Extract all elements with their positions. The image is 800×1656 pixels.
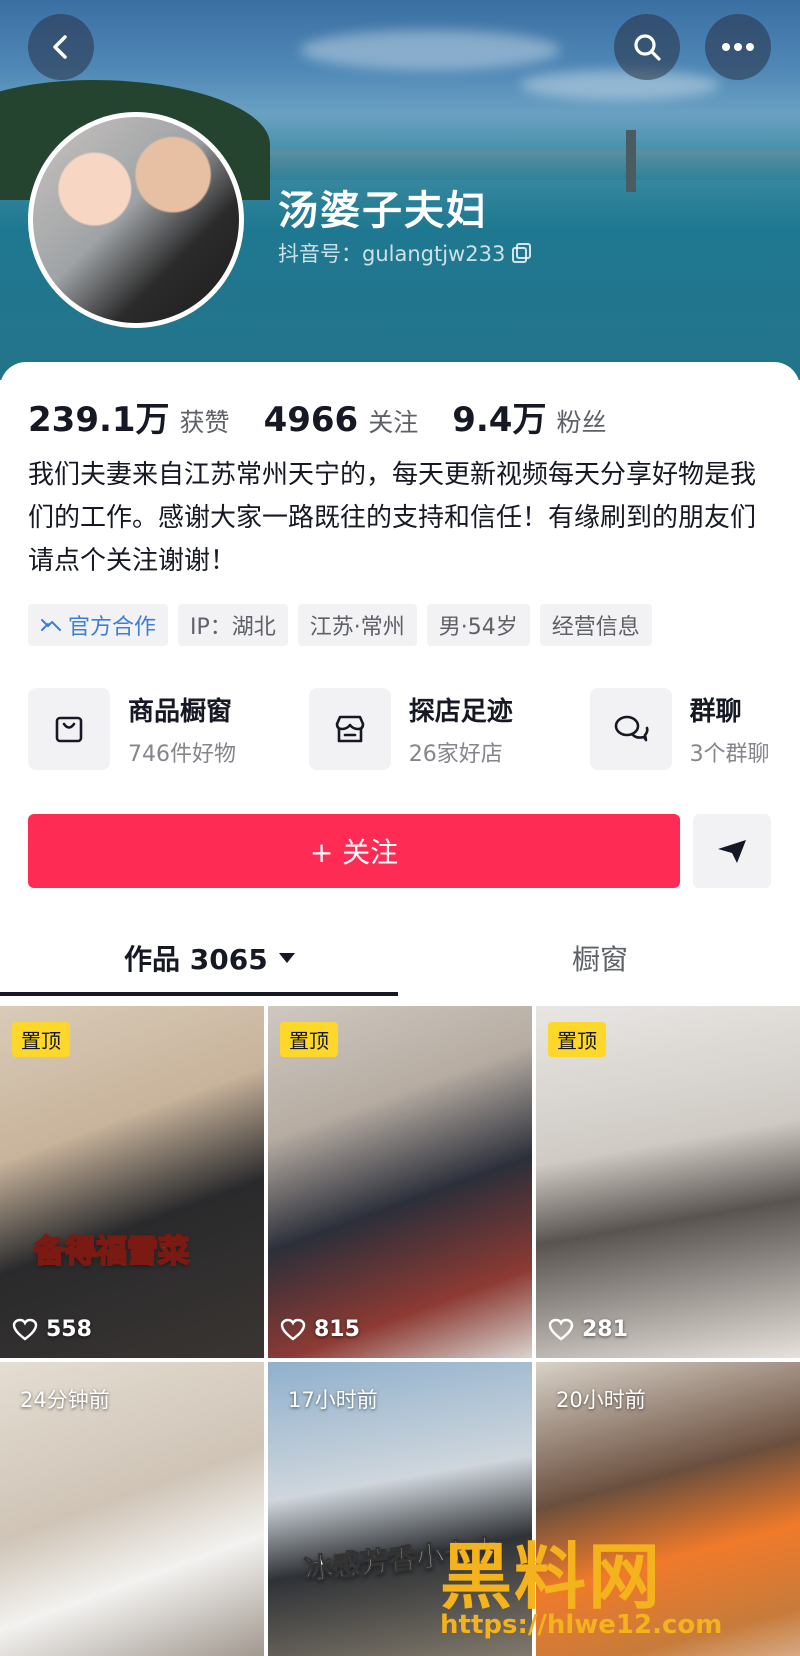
tab-works[interactable]: 作品 3065 — [124, 918, 296, 998]
more-button[interactable] — [705, 14, 771, 80]
like-count-value: 558 — [46, 1317, 92, 1342]
tab-window-label: 橱窗 — [572, 943, 629, 976]
likes-label: 获赞 — [179, 408, 230, 437]
tab-works-label: 作品 3065 — [124, 943, 268, 976]
entry-title: 群聊 — [689, 696, 742, 727]
profile-bio: 我们夫妻来自江苏常州天宁的，每天更新视频每天分享好物是我们的工作。感谢大家一路既… — [28, 460, 757, 576]
following-label: 关注 — [368, 408, 419, 437]
watermark: 黑料网 https://hlwe12.com — [440, 1518, 780, 1656]
caret-down-icon — [278, 953, 295, 963]
followers-count[interactable]: 9.4万 — [452, 392, 546, 441]
tag-gender-age: 男·54岁 — [426, 604, 530, 646]
watermark-logo: 黑料网 — [440, 1535, 663, 1619]
store-icon — [308, 688, 391, 770]
post-time: 17小时前 — [288, 1388, 378, 1412]
heart-icon — [12, 1318, 38, 1341]
post-time: 20小时前 — [556, 1388, 646, 1412]
banner-cloud — [520, 70, 720, 100]
likes-count[interactable]: 239.1万 — [28, 392, 170, 441]
banner-tower — [626, 130, 636, 192]
search-icon — [634, 34, 661, 61]
profile-tags: 官方合作 IP：湖北 江苏·常州 男·54岁 经营信息 — [28, 604, 652, 646]
entry-shop-window[interactable]: 商品橱窗 746件好物 — [28, 688, 309, 770]
followers-label: 粉丝 — [556, 408, 607, 437]
tag-label: IP：湖北 — [190, 615, 276, 640]
post-time: 24分钟前 — [20, 1388, 110, 1412]
entry-title: 探店足迹 — [408, 696, 513, 727]
pinned-badge: 置顶 — [12, 1022, 70, 1057]
following-count[interactable]: 4966 — [264, 400, 359, 440]
chevron-left-icon — [53, 35, 67, 59]
tag-label: 经营信息 — [551, 615, 640, 640]
entry-store-visits[interactable]: 探店足迹 26家好店 — [308, 688, 590, 770]
tag-official-cooperation[interactable]: 官方合作 — [28, 604, 169, 646]
entry-subtitle: 26家好店 — [408, 741, 503, 767]
watermark-url: https://hlwe12.com — [440, 1610, 723, 1640]
heart-icon — [280, 1318, 306, 1341]
like-count: 281 — [548, 1317, 628, 1342]
search-button[interactable] — [614, 14, 680, 80]
stats-row: 239.1万 获赞 4966 关注 9.4万 粉丝 — [28, 392, 640, 441]
entry-group-chat[interactable]: 群聊 3个群聊 — [589, 688, 788, 770]
send-icon — [718, 840, 746, 863]
video-thumbnail[interactable]: 置顶 备得福雪菜 558 — [0, 1006, 264, 1358]
like-count-value: 281 — [582, 1317, 628, 1342]
feature-entries: 商品橱窗 746件好物 探店足迹 26家好店 群聊 3个群聊 — [28, 688, 788, 770]
entry-subtitle: 3个群聊 — [689, 741, 770, 767]
tag-label: 官方合作 — [68, 615, 157, 640]
tag-label: 男·54岁 — [438, 615, 518, 640]
tag-business-info[interactable]: 经营信息 — [539, 604, 652, 646]
tab-shop-window[interactable]: 橱窗 — [572, 918, 628, 998]
douyin-id[interactable]: 抖音号：gulangtjw233 — [278, 238, 533, 268]
like-count-value: 815 — [314, 1317, 360, 1342]
handshake-icon — [41, 619, 61, 631]
content-tabs: 作品 3065 橱窗 — [0, 918, 800, 998]
banner-cloud — [300, 30, 560, 70]
entry-title: 商品橱窗 — [128, 696, 233, 727]
copy-icon[interactable] — [511, 242, 533, 264]
pinned-badge: 置顶 — [280, 1022, 338, 1057]
follow-button[interactable]: + 关注 — [28, 814, 680, 888]
heart-icon — [548, 1318, 574, 1341]
tag-label: 江苏·常州 — [309, 615, 405, 640]
profile-card: 239.1万 获赞 4966 关注 9.4万 粉丝 我们夫妻来自江苏常州天宁的，… — [0, 362, 800, 1656]
tag-ip: IP：湖北 — [178, 604, 288, 646]
active-tab-indicator — [0, 992, 398, 996]
like-count: 558 — [12, 1317, 92, 1342]
chat-bubbles-icon — [589, 688, 672, 770]
like-count: 815 — [280, 1317, 360, 1342]
video-thumbnail[interactable]: 24分钟前 — [0, 1362, 264, 1656]
profile-nickname: 汤婆子夫妇 — [278, 188, 488, 234]
back-button[interactable] — [28, 14, 94, 80]
douyin-id-text: 抖音号：gulangtjw233 — [278, 242, 506, 266]
shopping-bag-icon — [28, 688, 110, 770]
more-dots-icon — [722, 43, 754, 51]
avatar[interactable] — [28, 112, 244, 328]
pinned-badge: 置顶 — [548, 1022, 606, 1057]
share-button[interactable] — [693, 814, 771, 888]
video-thumbnail[interactable]: 置顶 281 — [536, 1006, 800, 1358]
follow-button-label: + 关注 — [309, 836, 399, 869]
entry-subtitle: 746件好物 — [128, 741, 236, 767]
tag-location: 江苏·常州 — [297, 604, 417, 646]
video-thumbnail[interactable]: 置顶 815 — [268, 1006, 532, 1358]
video-caption: 备得福雪菜 — [33, 1233, 190, 1271]
